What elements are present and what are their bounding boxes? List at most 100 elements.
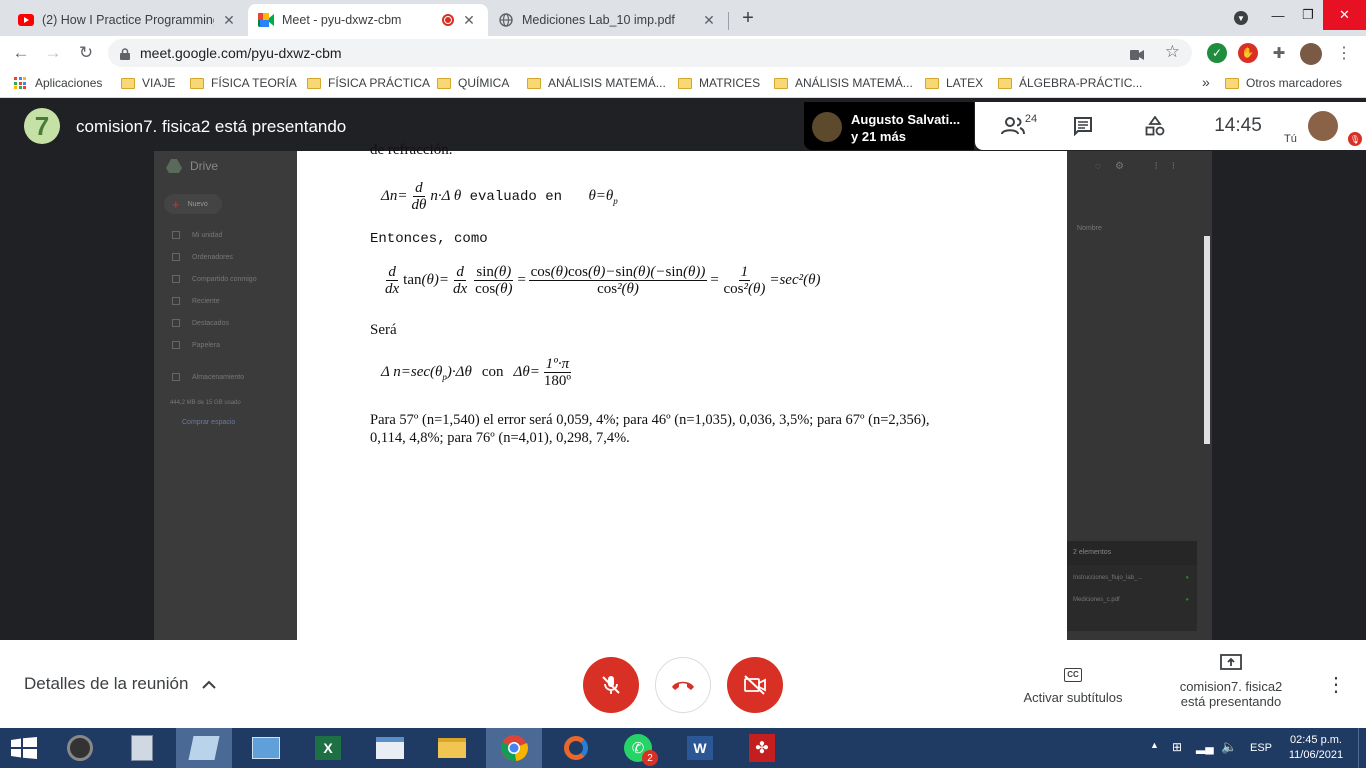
window-app-icon[interactable] [362,728,418,768]
camera-app-icon[interactable] [52,728,108,768]
meeting-time: 14:45 [1214,115,1262,136]
camera-off-button[interactable] [727,657,783,713]
control-panel-icon[interactable] [238,728,294,768]
bookmark-folder[interactable]: FÍSICA TEORÍA [181,76,297,90]
notes-app-icon[interactable] [176,728,232,768]
bookmark-label: FÍSICA PRÁCTICA [328,76,431,90]
tab-search-icon[interactable]: ▼ [1228,3,1254,33]
close-tab-icon[interactable]: ✕ [460,12,478,29]
self-muted-icon: 🎙 [1348,132,1362,146]
show-desktop[interactable] [1358,728,1366,768]
camera-off-icon [744,675,766,695]
tab-meet[interactable]: Meet - pyu-dxwz-cbm ✕ [248,4,488,36]
scrollbar[interactable] [1204,236,1210,444]
bookmark-folder[interactable]: ANÁLISIS MATEMÁ... [765,76,913,90]
leave-call-button[interactable] [655,657,711,713]
apps-grid-icon [14,77,26,89]
language-indicator[interactable]: ESP [1250,742,1272,754]
close-window-button[interactable]: ✕ [1323,0,1366,30]
bookmark-folder[interactable]: FÍSICA PRÁCTICA [298,76,430,90]
whatsapp-icon[interactable]: ✆ 2 [610,728,666,768]
extensions-puzzle-icon[interactable]: ✚ [1269,43,1289,63]
shared-screen: Drive + Nuevo Mi unidad Ordenadores Compa… [154,142,1212,640]
lock-icon [120,47,130,60]
drive-icon [166,159,182,173]
presenter-title: comision7. fisica2 está presentando [76,117,347,136]
bookmark-apps[interactable]: Aplicaciones [14,76,102,90]
participants-button[interactable]: 24 [995,102,1043,150]
adblock-extension-icon[interactable]: ✋ [1238,43,1258,63]
url-text: meet.google.com/pyu-dxwz-cbm [140,45,342,61]
close-tab-icon[interactable]: ✕ [700,12,718,29]
drive-nav-item[interactable]: Destacados [172,319,229,327]
bookmark-folder[interactable]: LATEX [916,76,983,90]
bookmark-folder[interactable]: ÁLGEBRA-PRÁCTIC... [989,76,1142,90]
tab-youtube[interactable]: (2) How I Practice Programming ✕ [8,4,248,36]
camera-icon[interactable] [1130,47,1144,63]
bookmark-label: MATRICES [699,76,761,90]
windows-start-icon[interactable] [0,728,48,768]
speaker-names: Augusto Salvati... y 21 más [851,112,961,144]
word-icon[interactable]: W [672,728,728,768]
close-tab-icon[interactable]: ✕ [220,12,238,29]
drive-nav-item[interactable]: Almacenamiento [172,373,244,381]
bookmark-folder[interactable]: VIAJE [112,76,175,90]
restore-button[interactable]: ❐ [1293,0,1323,30]
minimize-button[interactable]: — [1263,0,1293,30]
tray-expand-icon[interactable]: ▲ [1150,740,1159,750]
menu-icon[interactable]: ⋮ [1334,43,1354,63]
chrome-icon[interactable] [486,728,542,768]
presenting-button[interactable]: comision7. fisica2 está presentando [1170,654,1292,709]
clock[interactable]: 02:45 p.m. 11/06/2021 [1284,733,1348,763]
address-bar[interactable]: meet.google.com/pyu-dxwz-cbm ☆ [108,39,1192,67]
bookmark-folder[interactable]: MATRICES [669,76,760,90]
bookmark-label: ANÁLISIS MATEMÁ... [795,76,913,90]
mic-off-icon [602,676,620,694]
forward-icon[interactable]: → [42,42,64,64]
tab-title: Mediciones Lab_10 imp.pdf [522,13,675,27]
captions-button[interactable]: CC Activar subtítulos [1010,664,1136,705]
chevron-up-icon [202,676,217,692]
signal-icon[interactable]: ▂▄ [1196,740,1214,754]
mic-off-button[interactable] [583,657,639,713]
bookmark-folder[interactable]: ANÁLISIS MATEMÁ... [518,76,666,90]
meeting-details-button[interactable]: Detalles de la reunión [24,674,217,694]
back-icon[interactable]: ← [10,42,32,64]
bookmarks-overflow[interactable]: » [1202,74,1210,90]
acrobat-icon[interactable]: ✤ [734,728,790,768]
folder-icon [925,77,939,89]
drive-nav-item[interactable]: Mi unidad [172,231,222,239]
file-explorer-icon[interactable] [424,728,480,768]
check-extension-icon[interactable]: ✓ [1207,43,1227,63]
chat-button[interactable] [1063,102,1103,150]
active-speaker-box[interactable]: Augusto Salvati... y 21 más [804,102,974,150]
volume-icon[interactable]: 🔈 [1221,739,1237,755]
network-icon[interactable]: ⊞ [1172,740,1182,754]
bookmark-folder[interactable]: QUÍMICA [428,76,509,90]
drive-nav-item[interactable]: Compartido conmigo [172,275,257,283]
globe-icon [498,12,514,28]
tab-pdf[interactable]: Mediciones Lab_10 imp.pdf ✕ [488,4,728,36]
calculator-icon[interactable] [114,728,170,768]
drive-new-button[interactable]: + Nuevo [164,194,222,214]
drive-sidebar: Drive + Nuevo Mi unidad Ordenadores Compa… [154,151,297,640]
folder-icon [774,77,788,89]
excel-icon[interactable]: X [300,728,356,768]
new-tab-button[interactable]: + [736,3,760,33]
then-text: Entonces, como [370,231,488,247]
drive-logo: Drive [166,159,218,173]
drive-buy-storage[interactable]: Comprar espacio [182,419,235,426]
para-line-1: Para 57º (n=1,540) el error será 0,059, … [370,412,930,428]
more-options-icon[interactable]: ⋮ [1326,672,1346,697]
self-avatar [1308,111,1338,141]
reload-icon[interactable]: ↻ [75,42,97,64]
bookmark-star-icon[interactable]: ☆ [1165,42,1180,62]
profile-avatar[interactable] [1300,43,1322,65]
office-icon[interactable] [548,728,604,768]
bookmark-other[interactable]: Otros marcadores [1216,76,1342,90]
meet-icon [258,12,274,28]
drive-nav-item[interactable]: Reciente [172,297,220,305]
activities-button[interactable] [1135,102,1175,150]
drive-nav-item[interactable]: Ordenadores [172,253,233,261]
drive-nav-item[interactable]: Papelera [172,341,220,349]
